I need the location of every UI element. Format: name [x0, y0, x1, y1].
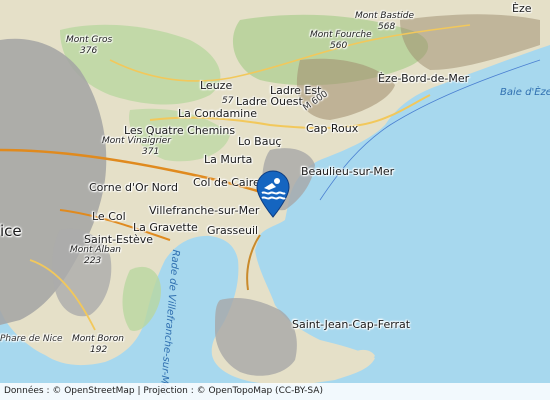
place-eze-bord-de-mer: Èze-Bord-de-Mer — [378, 72, 470, 85]
map-view[interactable]: ice Èze Èze-Bord-de-Mer Leuze Ladre Est … — [0, 0, 550, 400]
place-ladre-ouest: Ladre Ouest — [236, 95, 303, 108]
place-la-condamine: La Condamine — [178, 107, 257, 120]
peak-mont-bastide-elevation: 568 — [378, 22, 396, 32]
leuze-elevation: 57 — [222, 96, 234, 106]
peak-mont-fourche: Mont Fourche — [310, 30, 372, 40]
place-lo-bauc: Lo Bauç — [238, 135, 282, 148]
place-eze: Èze — [512, 2, 532, 15]
peak-mont-vinaigrier-elevation: 371 — [142, 147, 160, 157]
peak-mont-alban-elevation: 223 — [84, 256, 102, 266]
relief-shade — [400, 14, 540, 70]
place-col-de-caire: Col de Caire — [193, 176, 260, 189]
place-saint-jean-cap-ferrat: Saint-Jean-Cap-Ferrat — [292, 318, 411, 331]
peak-mont-gros: Mont Gros — [66, 35, 113, 45]
place-grasseuil: Grasseuil — [207, 224, 259, 237]
label-phare-de-nice: Phare de Nice — [0, 334, 63, 344]
place-le-col: Le Col — [92, 210, 126, 223]
place-la-murta: La Murta — [204, 153, 253, 166]
beach-marker[interactable] — [255, 170, 291, 218]
place-les-quatre-chemins: Les Quatre Chemins — [124, 124, 236, 137]
place-corne-dor-nord: Corne d'Or Nord — [89, 181, 178, 194]
place-saint-esteve: Saint-Estève — [84, 233, 154, 246]
water-baie-deze: Baie d'Èze — [500, 87, 550, 98]
peak-mont-bastide: Mont Bastide — [355, 11, 415, 21]
place-villefranche-sur-mer: Villefranche-sur-Mer — [149, 204, 260, 217]
place-leuze: Leuze — [200, 79, 233, 92]
map-attribution: Données : © OpenStreetMap | Projection :… — [0, 383, 550, 400]
peak-mont-boron-elevation: 192 — [90, 345, 108, 355]
forest-patch — [122, 266, 161, 331]
peak-mont-boron: Mont Boron — [72, 334, 124, 344]
place-nice: ice — [0, 222, 22, 240]
peak-mont-vinaigrier: Mont Vinaigrier — [102, 136, 171, 146]
peak-mont-gros-elevation: 376 — [80, 46, 98, 56]
place-la-gravette: La Gravette — [133, 221, 198, 234]
place-cap-roux: Cap Roux — [306, 122, 359, 135]
peak-mont-fourche-elevation: 560 — [330, 41, 348, 51]
peak-mont-alban: Mont Alban — [70, 245, 121, 255]
place-beaulieu-sur-mer: Beaulieu-sur-Mer — [301, 165, 395, 178]
